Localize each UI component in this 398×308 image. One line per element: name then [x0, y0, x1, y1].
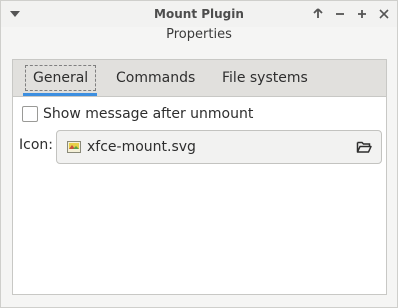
close-icon[interactable]: [377, 6, 391, 21]
maximize-plus-icon[interactable]: [355, 6, 369, 21]
notebook: General Commands File systems Show messa…: [12, 59, 387, 295]
tab-commands[interactable]: Commands: [106, 60, 205, 96]
tab-label: General: [25, 65, 97, 91]
image-file-icon: [67, 141, 81, 153]
show-message-checkbox[interactable]: [22, 106, 38, 122]
show-message-option[interactable]: Show message after unmount: [22, 104, 253, 124]
active-tab-indicator: [23, 93, 97, 96]
icon-file-name: xfce-mount.svg: [87, 139, 196, 155]
tab-general[interactable]: General: [15, 60, 106, 96]
folder-open-icon: [356, 141, 372, 153]
arrow-up-icon[interactable]: [311, 6, 325, 21]
icon-label: Icon:: [19, 137, 53, 153]
minimize-icon[interactable]: [333, 6, 347, 21]
tab-label: Commands: [116, 70, 196, 86]
dialog-window: Mount Plugin Properties General Commands…: [0, 0, 398, 308]
show-message-label: Show message after unmount: [43, 106, 254, 122]
tab-strip: General Commands File systems: [13, 60, 386, 97]
tab-file-systems[interactable]: File systems: [212, 60, 318, 96]
icon-file-chooser-button[interactable]: xfce-mount.svg: [56, 130, 382, 164]
title-bar: Mount Plugin: [1, 1, 397, 27]
dialog-subtitle: Properties: [166, 27, 232, 42]
tab-label: File systems: [222, 70, 308, 86]
